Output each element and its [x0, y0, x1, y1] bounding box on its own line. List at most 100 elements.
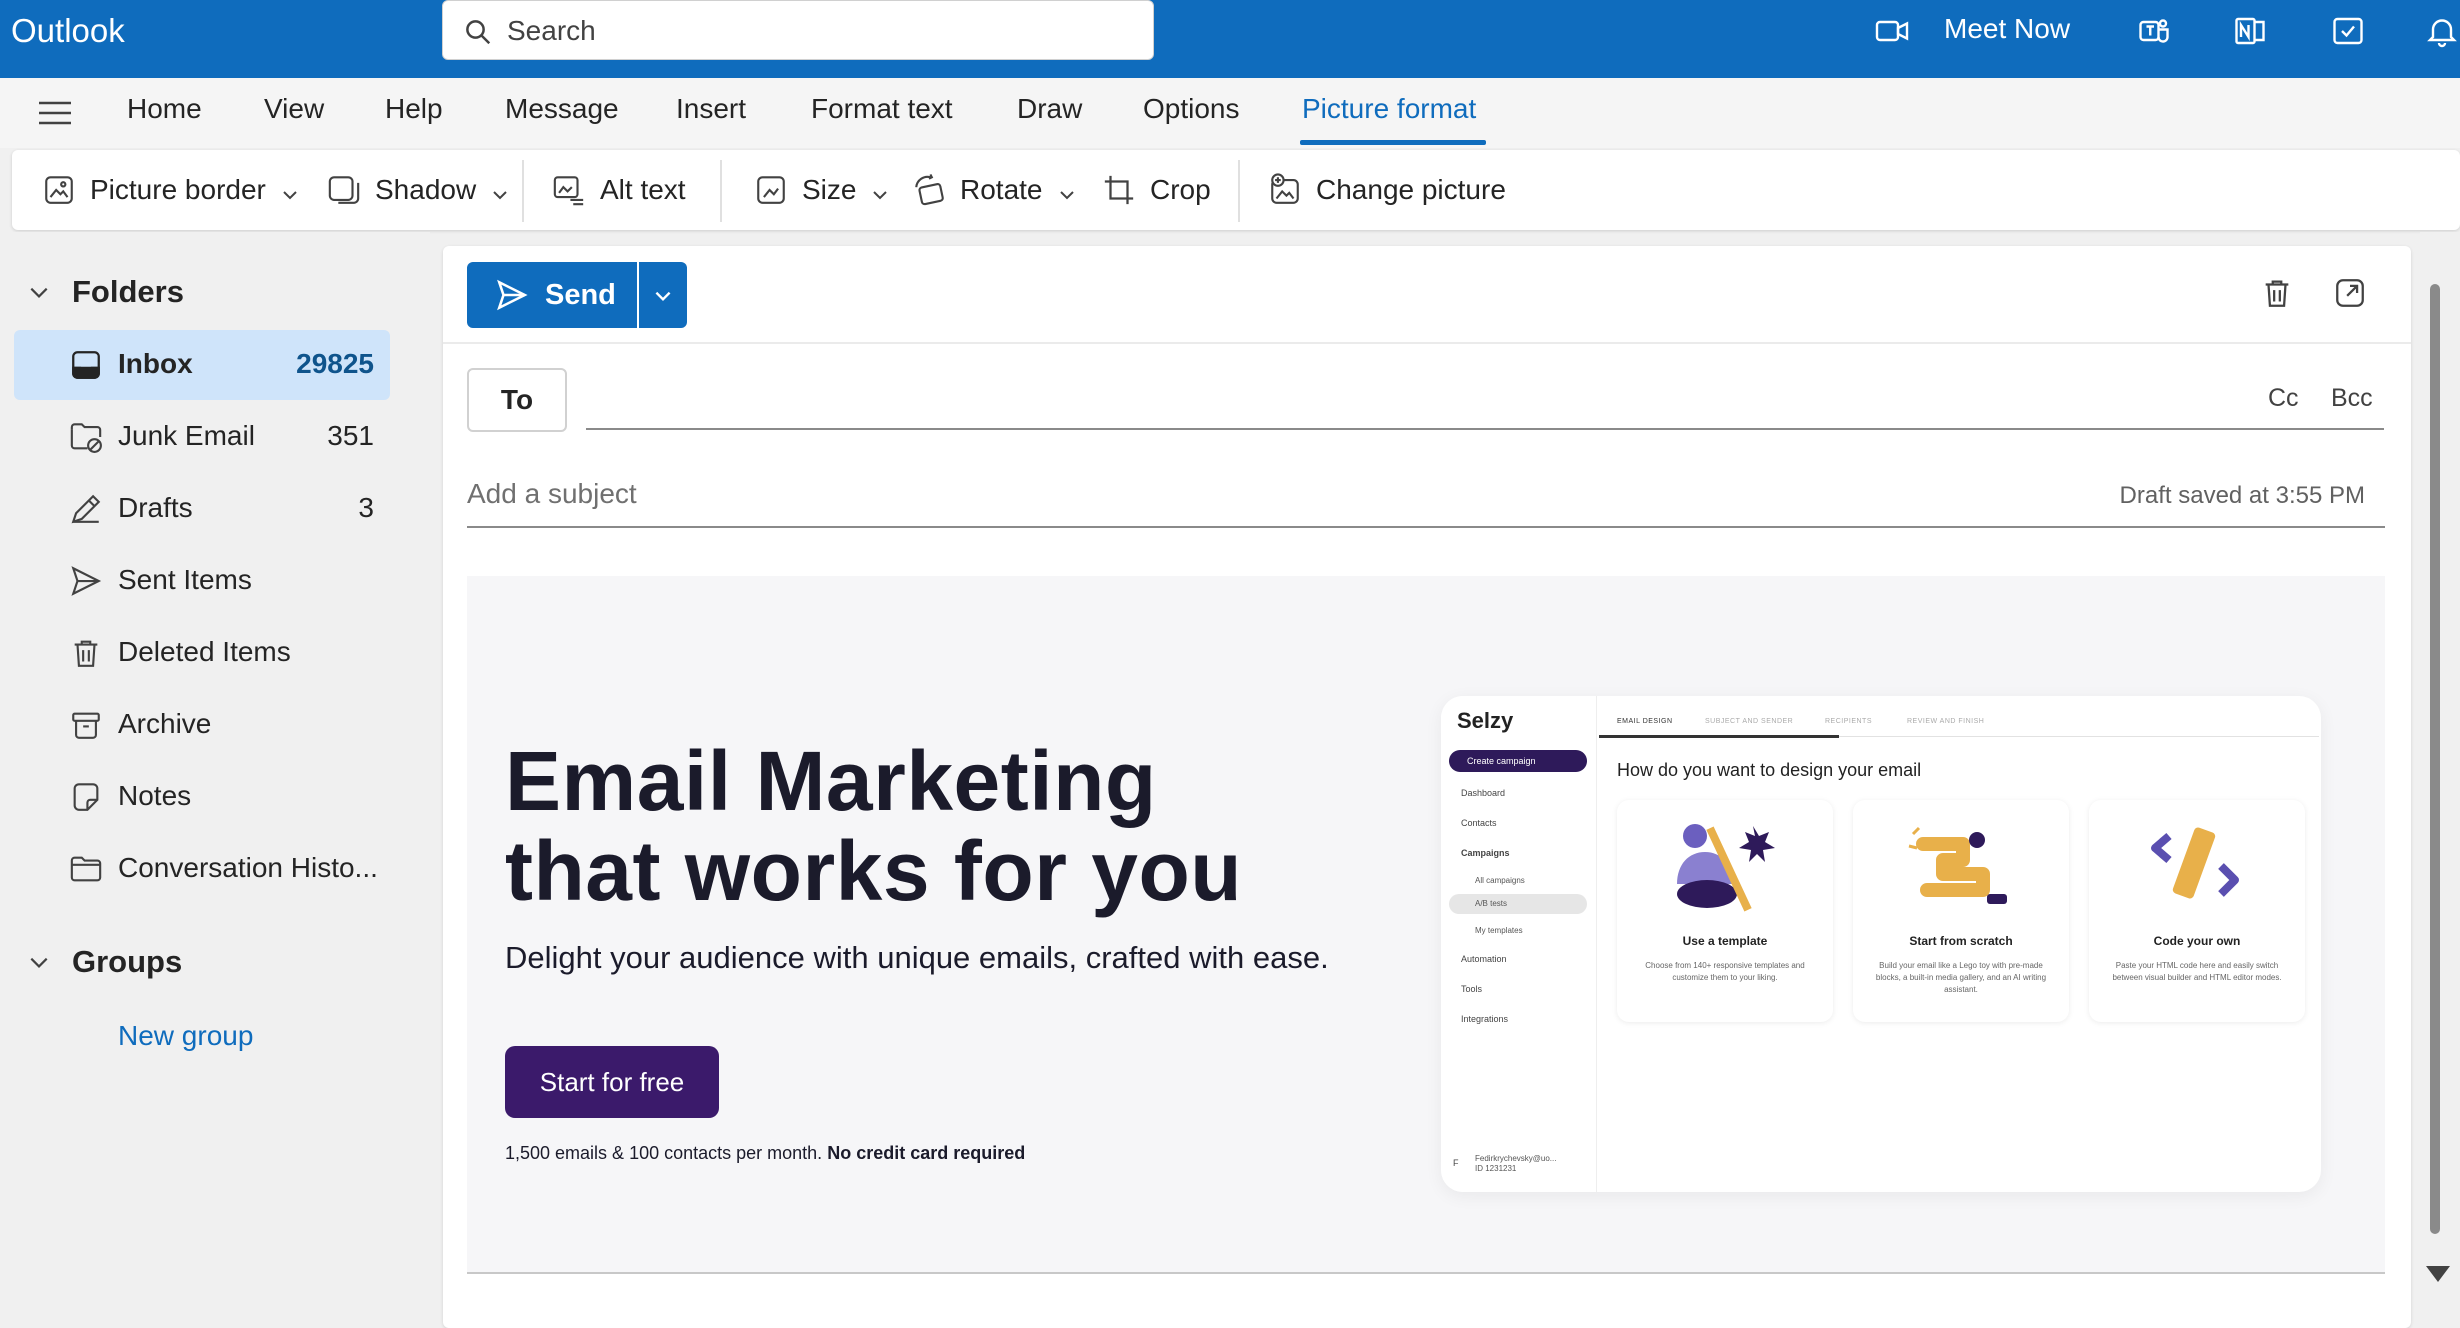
unread-count: 29825: [296, 348, 374, 379]
mockup-nav-item: Automation: [1461, 954, 1507, 964]
tab-help[interactable]: Help: [385, 93, 443, 125]
folder-deleted-items[interactable]: Deleted Items: [14, 618, 390, 688]
template-illustration: [1667, 814, 1783, 920]
tab-draw[interactable]: Draw: [1017, 93, 1082, 125]
picture-border-button[interactable]: Picture border: [42, 150, 300, 230]
inline-image-banner[interactable]: Email Marketing that works for you Delig…: [467, 576, 2385, 1272]
folders-header[interactable]: Folders: [28, 274, 184, 310]
draft-saved-status: Draft saved at 3:55 PM: [2119, 482, 2365, 509]
tab-picture-format[interactable]: Picture format: [1302, 93, 1476, 125]
folder-inbox[interactable]: Inbox 29825: [14, 330, 390, 400]
banner-fineprint: 1,500 emails & 100 contacts per month. N…: [505, 1143, 1025, 1164]
mockup-card-code: Code your own Paste your HTML code here …: [2089, 800, 2305, 1022]
picture-border-icon: [42, 173, 76, 207]
banner-headline: Email Marketing that works for you: [505, 736, 1242, 916]
folder-label: Junk Email: [118, 420, 255, 451]
mockup-nav-item: Integrations: [1461, 1014, 1509, 1024]
mockup-user: Fedirkrychevsky@uo... ID 1231231: [1475, 1154, 1556, 1174]
tab-message[interactable]: Message: [505, 93, 619, 125]
folder-label: Deleted Items: [118, 636, 291, 667]
tab-view[interactable]: View: [264, 93, 324, 125]
chevron-down-icon: [652, 285, 674, 307]
scrollbar[interactable]: [2420, 232, 2460, 1328]
mockup-step: RECIPIENTS: [1825, 718, 1873, 725]
tab-format-text[interactable]: Format text: [811, 93, 953, 125]
size-button[interactable]: Size: [754, 150, 890, 230]
mockup-card-title: Use a template: [1682, 934, 1768, 948]
onenote-icon[interactable]: [2232, 13, 2268, 49]
folder-sent-items[interactable]: Sent Items: [14, 546, 390, 616]
folder-drafts[interactable]: Drafts 3: [14, 474, 390, 544]
change-picture-button[interactable]: Change picture: [1268, 150, 1506, 230]
mockup-step: SUBJECT AND SENDER: [1705, 718, 1794, 725]
bell-icon[interactable]: [2424, 13, 2460, 49]
active-tab-indicator: [1300, 140, 1486, 145]
tab-options[interactable]: Options: [1143, 93, 1240, 125]
mockup-subnav-highlight: [1449, 894, 1587, 914]
cc-button[interactable]: Cc: [2268, 384, 2299, 413]
unread-count: 3: [358, 492, 374, 523]
mockup-user-email: Fedirkrychevsky@uo...: [1475, 1154, 1557, 1163]
tab-insert[interactable]: Insert: [676, 93, 746, 125]
folder-label: Conversation Histo...: [118, 852, 378, 883]
drafts-icon: [69, 492, 103, 526]
pop-out-icon[interactable]: [2333, 276, 2367, 310]
folder-conversation-history[interactable]: Conversation Histo...: [14, 834, 390, 904]
ribbon-tabs: Home View Help Message Insert Format tex…: [0, 78, 2460, 148]
crop-icon: [1102, 173, 1136, 207]
folder-archive[interactable]: Archive: [14, 690, 390, 760]
body-divider: [467, 1272, 2385, 1274]
groups-header[interactable]: Groups: [28, 944, 182, 980]
folder-pane: Folders Inbox 29825 Junk Email 351 Draft…: [0, 232, 430, 1328]
mockup-card-title: Start from scratch: [1909, 934, 2013, 948]
new-group-link[interactable]: New group: [118, 1020, 253, 1052]
trash-icon: [69, 636, 103, 670]
send-button[interactable]: Send: [467, 262, 637, 328]
todo-icon[interactable]: [2330, 13, 2366, 49]
search-box[interactable]: Search: [442, 0, 1154, 60]
groups-heading: Groups: [72, 944, 183, 979]
selzy-app-mockup: Selzy Create campaign Dashboard Contacts…: [1441, 696, 2321, 1192]
meet-now-button[interactable]: Meet Now: [1944, 13, 2070, 45]
hamburger-menu-icon[interactable]: [37, 98, 73, 128]
subject-input[interactable]: Add a subject: [467, 478, 637, 510]
video-camera-icon[interactable]: [1874, 13, 1910, 49]
app-title[interactable]: Outlook: [11, 12, 125, 50]
code-illustration: [2139, 814, 2255, 920]
scratch-illustration: [1903, 814, 2019, 920]
bcc-button[interactable]: Bcc: [2331, 384, 2373, 413]
notes-icon: [69, 780, 103, 814]
tab-home[interactable]: Home: [127, 93, 202, 125]
scroll-down-arrow-icon[interactable]: [2424, 1264, 2452, 1284]
chevron-down-icon: [280, 180, 300, 200]
alt-text-button[interactable]: Alt text: [552, 150, 686, 230]
size-label: Size: [802, 174, 857, 205]
fineprint-bold: No credit card required: [827, 1143, 1026, 1163]
to-input[interactable]: [586, 428, 2384, 430]
start-for-free-button: Start for free: [505, 1046, 719, 1118]
rotate-icon: [912, 173, 946, 207]
folder-notes[interactable]: Notes: [14, 762, 390, 832]
scrollbar-thumb[interactable]: [2430, 284, 2440, 1234]
crop-button[interactable]: Crop: [1102, 150, 1211, 230]
mockup-create-campaign: Create campaign: [1449, 750, 1587, 772]
rotate-button[interactable]: Rotate: [912, 150, 1077, 230]
mockup-card-desc: Choose from 140+ responsive templates an…: [1645, 961, 1805, 982]
toolbar-divider: [720, 160, 722, 222]
to-button[interactable]: To: [467, 368, 567, 432]
headline-line-1: Email Marketing: [505, 734, 1157, 828]
folder-junk-email[interactable]: Junk Email 351: [14, 402, 390, 472]
picture-border-label: Picture border: [90, 174, 266, 205]
teams-icon[interactable]: [2136, 13, 2172, 49]
search-placeholder[interactable]: Search: [507, 15, 596, 47]
discard-trash-icon[interactable]: [2260, 276, 2294, 312]
shadow-button[interactable]: Shadow: [327, 150, 510, 230]
compose-pane: Send To Cc Bcc Add a subject Draft saved…: [443, 246, 2411, 1328]
chevron-down-icon: [28, 281, 50, 303]
mockup-nav-item: Campaigns: [1461, 848, 1510, 858]
folder-label: Drafts: [118, 492, 193, 523]
folders-heading: Folders: [72, 274, 184, 309]
send-options-button[interactable]: [639, 262, 687, 328]
selzy-logo: Selzy: [1457, 708, 1514, 733]
send-label: Send: [545, 278, 616, 311]
